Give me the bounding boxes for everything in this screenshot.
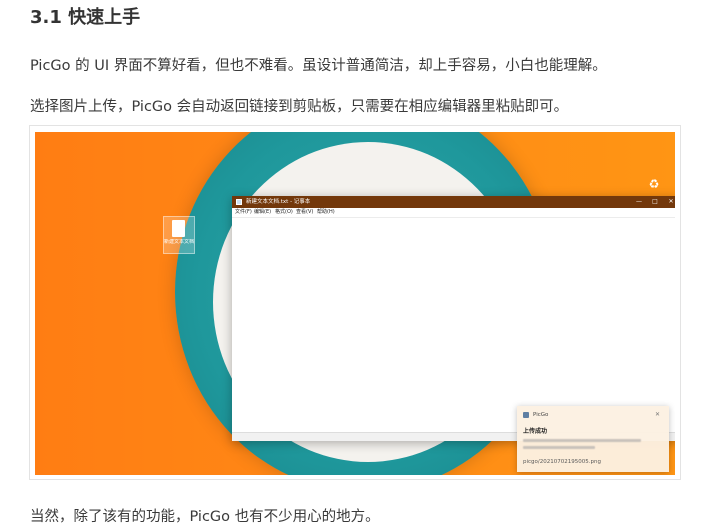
menu-view: 查看(V)	[296, 209, 314, 215]
section-heading: 3.1 快速上手	[30, 7, 141, 28]
notification-close-icon: ✕	[655, 411, 661, 418]
desktop-file-caption: 新建文本文档.txt	[164, 239, 194, 245]
picgo-icon	[523, 412, 529, 418]
notification-app-name: PicGo	[533, 412, 549, 418]
notepad-titlebar: 新建文本文档.txt - 记事本 — □ ✕	[232, 196, 675, 208]
notepad-app-icon	[236, 199, 242, 205]
paragraph-upload: 选择图片上传，PicGo 会自动返回链接到剪贴板，只需要在相应编辑器里粘贴即可。	[30, 99, 569, 115]
menu-help: 帮助(H)	[317, 209, 335, 215]
text-file-icon	[172, 220, 185, 237]
maximize-button: □	[652, 198, 658, 205]
menu-edit: 编辑(E)	[254, 209, 272, 215]
recycle-bin-icon	[647, 176, 661, 192]
notepad-title: 新建文本文档.txt - 记事本	[246, 199, 311, 205]
blurred-text-line	[523, 439, 641, 442]
minimize-button: —	[636, 198, 642, 205]
paragraph-features: 当然，除了该有的功能，PicGo 也有不少用心的地方。	[30, 509, 380, 525]
menu-file: 文件(F)	[235, 209, 252, 215]
notepad-window: 新建文本文档.txt - 记事本 — □ ✕ 文件(F) 编辑(E) 格式(O)…	[232, 196, 675, 441]
notepad-menubar: 文件(F) 编辑(E) 格式(O) 查看(V) 帮助(H)	[232, 208, 675, 218]
close-button: ✕	[668, 198, 674, 205]
desktop-file-icon: 新建文本文档.txt	[163, 216, 195, 254]
desktop-wallpaper: 新建文本文档.txt 新建文本文档.txt - 记事本 — □ ✕ 文件(F) …	[35, 132, 675, 475]
picgo-notification: PicGo ✕ 上传成功 picgo/20210702195005.png	[517, 406, 669, 472]
blurred-text-line	[523, 446, 595, 449]
screenshot-figure: 新建文本文档.txt 新建文本文档.txt - 记事本 — □ ✕ 文件(F) …	[29, 125, 681, 480]
menu-format: 格式(O)	[275, 209, 293, 215]
notification-url: picgo/20210702195005.png	[523, 459, 601, 465]
notification-title: 上传成功	[523, 428, 548, 435]
paragraph-intro: PicGo 的 UI 界面不算好看，但也不难看。虽设计普通简洁，却上手容易，小白…	[30, 58, 607, 74]
